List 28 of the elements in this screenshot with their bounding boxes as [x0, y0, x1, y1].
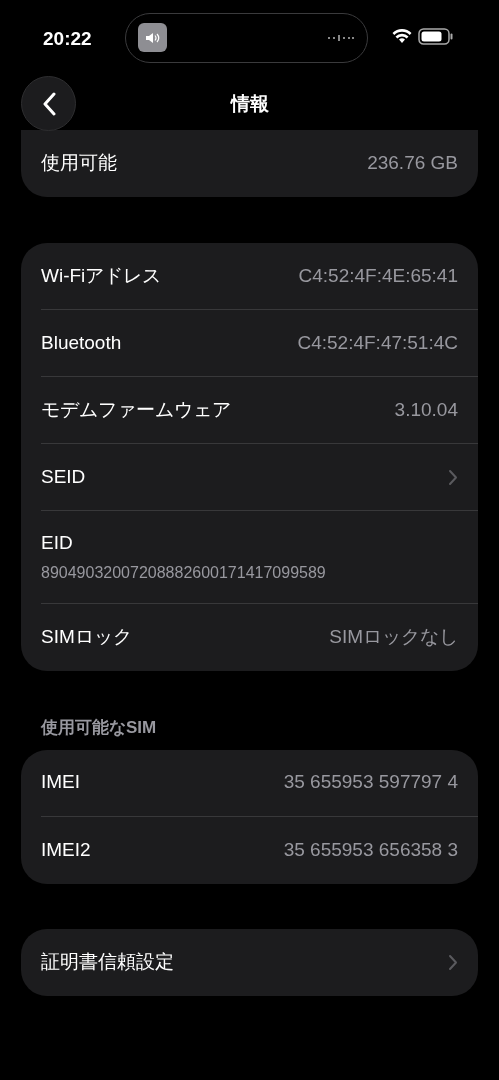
- status-time: 20:22: [43, 27, 92, 51]
- row-value: 89049032007208882600171417099589: [41, 563, 327, 584]
- row-label: モデムファームウェア: [41, 397, 231, 422]
- row-value: 236.76 GB: [367, 151, 458, 176]
- chevron-right-icon: [448, 468, 458, 486]
- row-label: Wi-Fiアドレス: [41, 263, 162, 288]
- battery-icon: [418, 28, 454, 45]
- row-value: C4:52:4F:4E:65:41: [298, 263, 458, 288]
- section-header: 使用可能なSIM: [40, 717, 158, 739]
- disclosure-row[interactable]: 証明書信頼設定: [41, 928, 478, 996]
- page-title: 情報: [229, 92, 270, 116]
- chevron-right-icon: [448, 953, 458, 971]
- row-label: EID: [41, 530, 74, 555]
- chevron-left-icon: [41, 91, 56, 116]
- wifi-icon: [392, 28, 412, 44]
- speaker-icon: [138, 23, 167, 52]
- row-value: SIMロックなし: [329, 625, 458, 650]
- row-label: IMEI2: [41, 837, 91, 862]
- row-label: IMEI: [41, 770, 81, 795]
- row-label: Bluetooth: [41, 330, 122, 355]
- row-value: C4:52:4F:47:51:4C: [297, 330, 458, 355]
- row-value: 35 655953 656358 3: [283, 837, 458, 862]
- row-value: 35 655953 597797 4: [283, 770, 458, 795]
- row-label: 使用可能: [41, 151, 117, 176]
- disclosure-row[interactable]: SEID: [41, 444, 478, 511]
- row-label: SIMロック: [41, 625, 132, 650]
- audio-level-icon: [328, 35, 354, 41]
- row-value: 3.10.04: [394, 397, 458, 422]
